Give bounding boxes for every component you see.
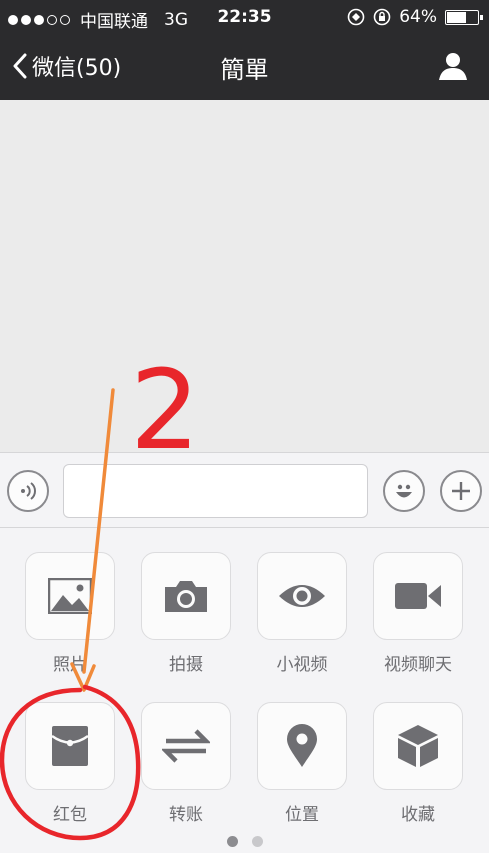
more-panel: 照片 拍摄 小视频 视频聊天 红包 转账 位置 收藏	[0, 528, 489, 853]
battery-icon	[445, 9, 483, 25]
panel-item-camera[interactable]: 拍摄	[140, 552, 232, 675]
panel-item-label: 收藏	[401, 805, 435, 825]
chat-area[interactable]	[0, 100, 489, 452]
favorites-tile[interactable]	[373, 702, 463, 790]
video-camera-icon	[395, 583, 441, 609]
panel-item-red-packet[interactable]: 红包	[24, 702, 116, 825]
smiley-icon	[396, 484, 412, 498]
battery-percent: 64%	[399, 7, 437, 27]
short-video-tile[interactable]	[257, 552, 347, 640]
voice-icon	[21, 482, 36, 500]
red-packet-icon	[51, 726, 89, 766]
red-packet-tile[interactable]	[25, 702, 115, 790]
eye-icon	[279, 585, 325, 607]
camera-tile[interactable]	[141, 552, 231, 640]
camera-icon	[165, 581, 207, 612]
panel-item-label: 视频聊天	[384, 655, 452, 675]
chat-title: 簡單	[220, 56, 269, 84]
input-bar	[0, 452, 489, 528]
photo-icon	[48, 578, 92, 614]
panel-item-location[interactable]: 位置	[256, 702, 348, 825]
page-indicator	[0, 836, 489, 847]
status-right: 64%	[347, 7, 483, 27]
panel-item-label: 照片	[53, 655, 87, 675]
more-button[interactable]	[440, 470, 482, 512]
panel-item-favorites[interactable]: 收藏	[372, 702, 464, 825]
panel-item-label: 红包	[53, 805, 87, 825]
favorites-cube-icon	[398, 725, 438, 767]
panel-item-photos[interactable]: 照片	[24, 552, 116, 675]
panel-item-transfer[interactable]: 转账	[140, 702, 232, 825]
profile-button[interactable]	[437, 50, 469, 86]
transfer-tile[interactable]	[141, 702, 231, 790]
panel-item-label: 小视频	[276, 655, 328, 675]
navigation-bar: 微信(50) 簡單	[0, 36, 489, 100]
panel-item-label: 拍摄	[169, 655, 203, 675]
page-dot-2[interactable]	[251, 836, 263, 847]
panel-item-video-call[interactable]: 视频聊天	[372, 552, 464, 675]
transfer-icon	[162, 729, 210, 763]
orientation-lock-icon	[373, 8, 391, 26]
location-pin-icon	[287, 724, 317, 767]
message-input[interactable]	[63, 464, 368, 518]
location-services-icon	[347, 8, 365, 26]
voice-button[interactable]	[7, 470, 49, 512]
panel-item-short-video[interactable]: 小视频	[256, 552, 348, 675]
photos-tile[interactable]	[25, 552, 115, 640]
plus-icon	[452, 482, 470, 500]
panel-item-label: 转账	[169, 805, 203, 825]
status-bar: 中国联通 3G 22:35 64%	[0, 0, 489, 36]
emoji-button[interactable]	[383, 470, 425, 512]
person-icon	[439, 53, 467, 80]
location-tile[interactable]	[257, 702, 347, 790]
page-dot-1[interactable]	[226, 836, 238, 847]
panel-item-label: 位置	[285, 805, 319, 825]
video-call-tile[interactable]	[373, 552, 463, 640]
